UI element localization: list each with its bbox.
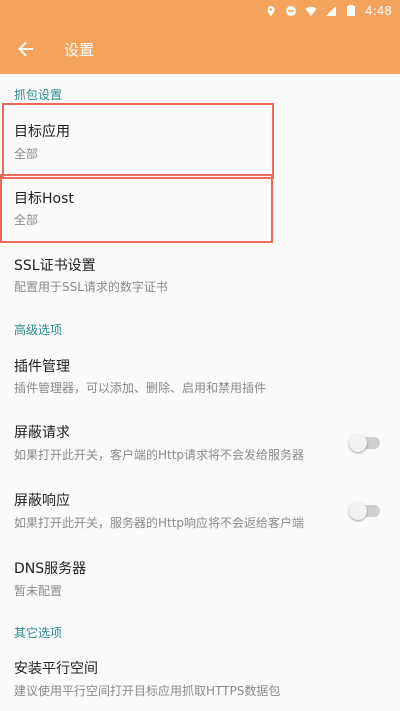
pref-parallel-space-title: 安装平行空间 <box>14 661 98 677</box>
back-arrow-icon <box>18 41 33 57</box>
pref-ssl-title: SSL证书设置 <box>14 258 96 274</box>
status-bar: 4:48 <box>0 0 400 24</box>
pref-block-response[interactable]: 屏蔽响应 如果打开此开关，服务器的Http响应将不会返给客户端 <box>0 480 400 546</box>
pref-block-request-title: 屏蔽请求 <box>14 425 70 441</box>
pref-parallel-space[interactable]: 安装平行空间 建议使用平行空间打开目标应用抓取HTTPS数据包 <box>0 648 400 711</box>
status-time: 4:48 <box>365 4 392 18</box>
pref-ssl-summary: 配置用于SSL请求的数字证书 <box>14 280 168 294</box>
back-button[interactable] <box>14 37 38 61</box>
pref-plugins-title: 插件管理 <box>14 359 70 375</box>
pref-dns-title: DNS服务器 <box>14 561 87 577</box>
status-icons: 4:48 <box>265 4 392 18</box>
section-header-other: 其它选项 <box>14 626 63 640</box>
pref-target-host-title: 目标Host <box>14 191 74 207</box>
pref-parallel-space-summary: 建议使用平行空间打开目标应用抓取HTTPS数据包 <box>14 684 281 698</box>
wifi-icon <box>305 6 317 16</box>
page-title: 设置 <box>64 41 95 59</box>
pref-target-app[interactable]: 目标应用 全部 <box>0 104 400 178</box>
app-bar: 设置 <box>0 24 400 74</box>
pref-target-app-title: 目标应用 <box>14 124 70 140</box>
section-header-capture: 抓包设置 <box>14 88 63 102</box>
block-request-toggle[interactable] <box>349 434 380 452</box>
pref-block-response-title: 屏蔽响应 <box>14 493 70 509</box>
pref-block-request[interactable]: 屏蔽请求 如果打开此开关，客户端的Http请求将不会发给服务器 <box>0 412 400 478</box>
pref-target-app-summary: 全部 <box>14 147 39 161</box>
pref-target-host[interactable]: 目标Host 全部 <box>0 178 400 246</box>
pref-ssl[interactable]: SSL证书设置 配置用于SSL请求的数字证书 <box>0 246 400 310</box>
pref-dns[interactable]: DNS服务器 暂未配置 <box>0 548 400 612</box>
pref-target-host-summary: 全部 <box>14 213 39 227</box>
pref-block-request-summary: 如果打开此开关，客户端的Http请求将不会发给服务器 <box>14 448 305 462</box>
minus-circle-icon <box>286 6 297 16</box>
block-response-toggle[interactable] <box>349 502 380 520</box>
toggle-knob <box>349 502 367 520</box>
pref-plugins-summary: 插件管理器，可以添加、删除、启用和禁用插件 <box>14 381 267 395</box>
pref-plugins[interactable]: 插件管理 插件管理器，可以添加、删除、启用和禁用插件 <box>0 346 400 408</box>
battery-icon <box>347 5 356 16</box>
location-icon <box>267 6 275 16</box>
section-header-advanced: 高级选项 <box>14 323 63 337</box>
signal-icon <box>326 6 337 16</box>
toggle-knob <box>349 434 367 452</box>
pref-block-response-summary: 如果打开此开关，服务器的Http响应将不会返给客户端 <box>14 516 305 530</box>
pref-dns-summary: 暂未配置 <box>14 584 63 598</box>
